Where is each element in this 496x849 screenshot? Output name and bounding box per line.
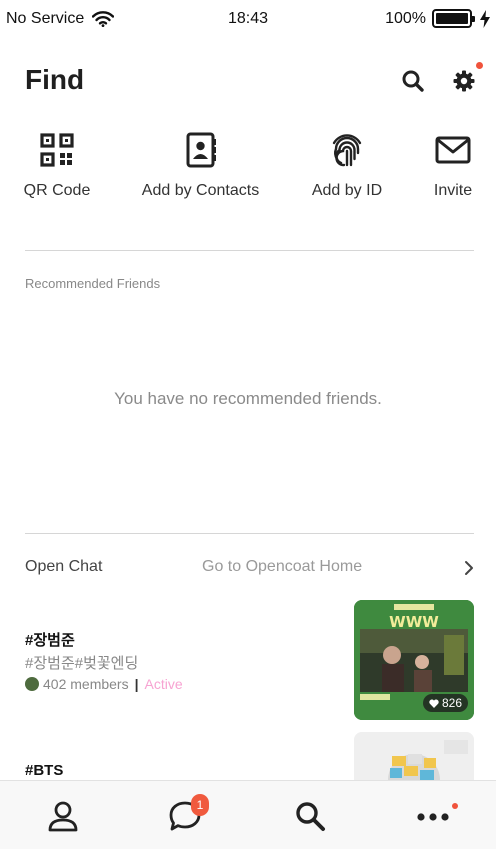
tab-more-ellipsis-icon[interactable]	[416, 799, 450, 833]
divider	[25, 250, 474, 251]
battery-percent: 100%	[385, 9, 426, 27]
qr-code-icon	[40, 133, 74, 167]
battery-icon	[432, 9, 475, 28]
more-notification-dot	[452, 803, 458, 809]
recommended-friends-heading: Recommended Friends	[25, 276, 161, 291]
meta-separator: |	[134, 676, 139, 692]
like-count: 826	[441, 696, 462, 710]
add-by-id-button[interactable]: Add by ID	[310, 132, 384, 200]
divider	[25, 533, 474, 534]
add-by-contacts-label: Add by Contacts	[141, 182, 260, 199]
chevron-right-icon[interactable]	[464, 560, 474, 576]
recommended-empty-message: You have no recommended friends.	[114, 389, 382, 408]
open-chat-header: Open Chat Go to Opencoat Home	[0, 556, 496, 580]
contacts-book-icon	[186, 132, 216, 168]
search-icon[interactable]	[400, 68, 426, 94]
room-thumbnail[interactable]	[354, 732, 474, 780]
open-chat-title: Open Chat	[25, 558, 103, 575]
invite-label: Invite	[433, 182, 473, 199]
header: Find	[0, 56, 496, 108]
go-to-openchat-home-link[interactable]: Go to Opencoat Home	[202, 558, 362, 576]
tab-find-search-icon[interactable]	[293, 799, 327, 833]
album-cover-title: WWW	[389, 613, 439, 631]
qr-code-button[interactable]: QR Code	[23, 132, 91, 200]
room-cover-image	[354, 732, 474, 780]
room-like-count: 826	[422, 694, 468, 712]
add-by-id-label: Add by ID	[311, 182, 383, 199]
add-by-contacts-button[interactable]: Add by Contacts	[140, 132, 261, 200]
battery-level	[436, 13, 468, 24]
charging-bolt-icon	[480, 9, 490, 28]
open-chat-room[interactable]: #장범준 #장범준#벚꽃엔딩 402 members | Active WWW …	[0, 600, 496, 720]
add-friend-actions: QR Code Add by Contacts Add by ID Invite	[0, 132, 496, 212]
room-activity-status: Active	[144, 676, 183, 692]
settings-gear-icon[interactable]	[451, 68, 477, 94]
room-member-count: 402 members	[43, 676, 129, 692]
qr-code-label: QR Code	[23, 182, 91, 199]
envelope-icon	[435, 136, 471, 164]
room-thumbnail[interactable]: WWW 826	[354, 600, 474, 720]
room-member-avatar	[25, 677, 39, 691]
room-name: #BTS	[25, 762, 64, 779]
room-name: #장범준	[25, 632, 75, 649]
chat-unread-badge: 1	[191, 794, 209, 816]
open-chat-room[interactable]: #BTS	[0, 732, 496, 780]
fingerprint-icon	[332, 134, 362, 167]
heart-icon	[429, 699, 439, 708]
status-bar: No Service 18:43 100%	[0, 0, 496, 40]
page-title: Find	[25, 64, 85, 95]
invite-button[interactable]: Invite	[432, 132, 474, 200]
room-hashtags: #장범준#벚꽃엔딩	[25, 655, 139, 672]
tab-friends-person-icon[interactable]	[46, 799, 80, 833]
bottom-tab-bar: 1	[0, 780, 496, 849]
settings-notification-dot	[476, 62, 483, 69]
room-meta: 402 members | Active	[25, 676, 183, 692]
